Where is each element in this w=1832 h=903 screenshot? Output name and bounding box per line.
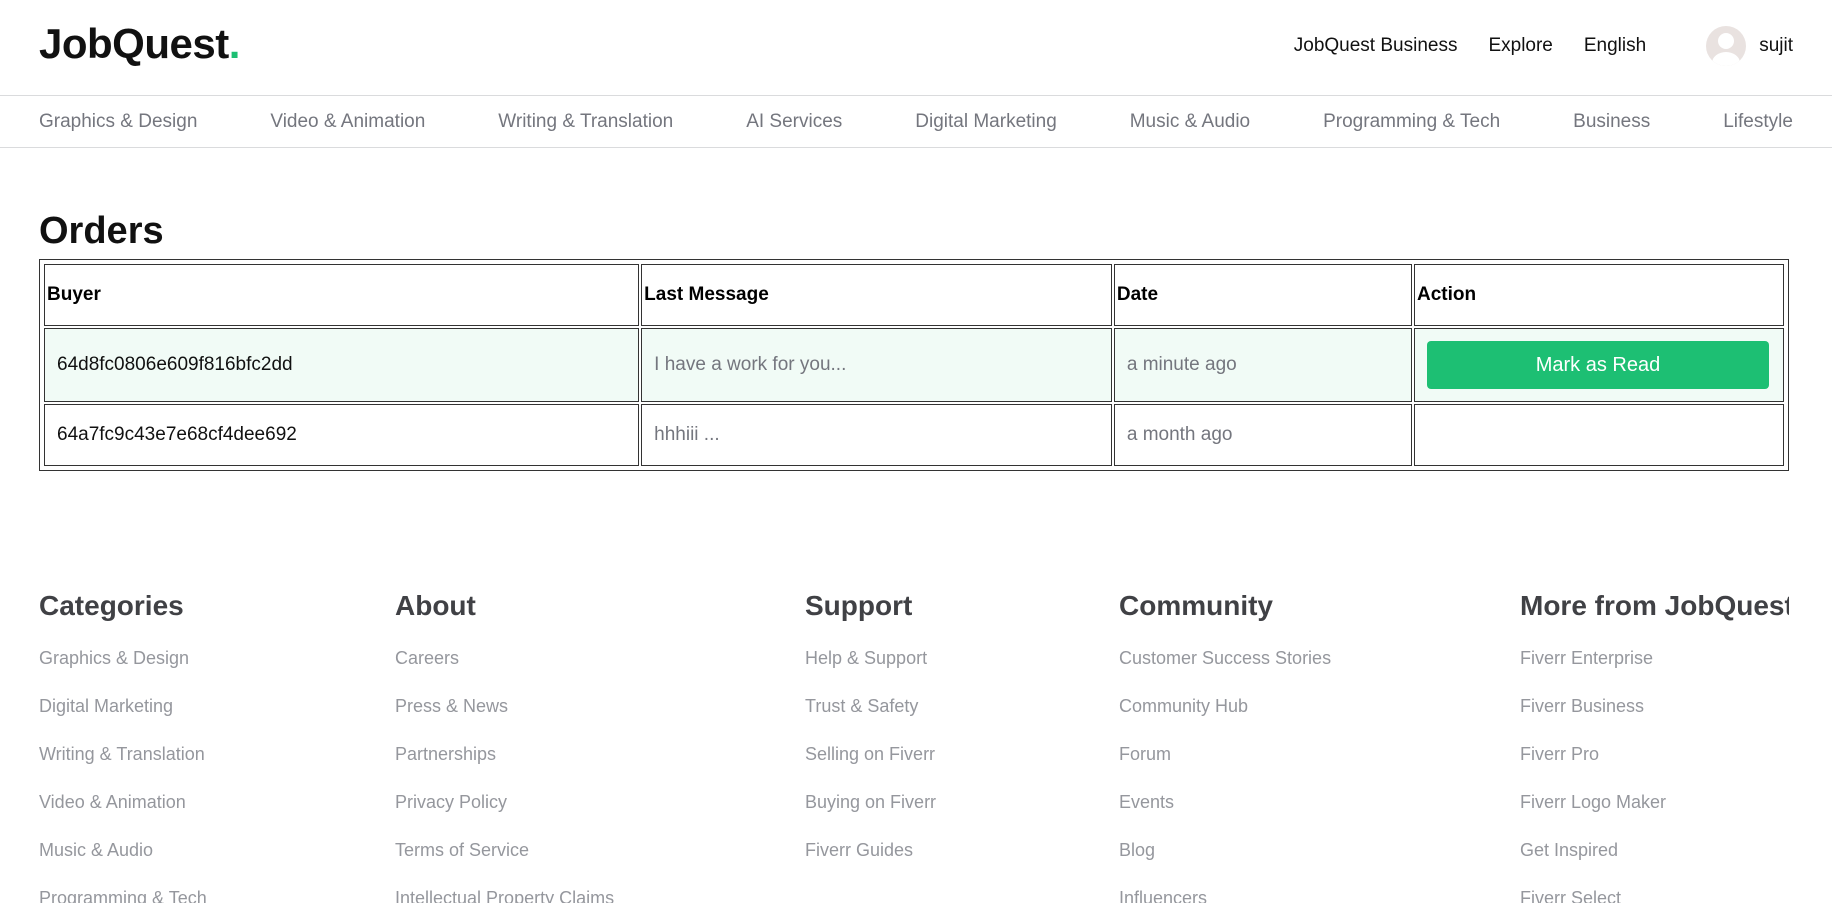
avatar[interactable] — [1706, 26, 1747, 66]
logo[interactable]: JobQuest. — [39, 20, 240, 68]
footer-link[interactable]: Customer Success Stories — [1119, 648, 1331, 696]
footer-column-more-from-jobquest: More from JobQuest Fiverr Enterprise Fiv… — [1520, 590, 1789, 903]
nav-language[interactable]: English — [1584, 35, 1646, 57]
last-message: I have a work for you... — [641, 328, 1112, 402]
nav-explore[interactable]: Explore — [1488, 35, 1552, 57]
category-menu: Graphics & Design Video & Animation Writ… — [0, 96, 1832, 148]
column-header-date: Date — [1113, 264, 1412, 326]
footer-link[interactable]: Digital Marketing — [39, 696, 207, 744]
top-navbar: JobQuest. JobQuest Business Explore Engl… — [0, 0, 1832, 96]
category-music-audio[interactable]: Music & Audio — [1130, 111, 1250, 133]
footer-link[interactable]: Programming & Tech — [39, 888, 207, 903]
footer-link[interactable]: Fiverr Pro — [1520, 744, 1789, 792]
category-writing-translation[interactable]: Writing & Translation — [498, 111, 673, 133]
category-graphics-design[interactable]: Graphics & Design — [39, 111, 197, 133]
footer-column-support: Support Help & Support Trust & Safety Se… — [805, 590, 936, 888]
last-message: hhhiii ... — [641, 404, 1112, 466]
table-header-row: Buyer Last Message Date Action — [44, 264, 1784, 326]
logo-dot: . — [228, 20, 241, 67]
footer-heading: Community — [1119, 590, 1273, 621]
message-date: a minute ago — [1113, 328, 1412, 402]
footer-link[interactable]: Fiverr Business — [1520, 696, 1789, 744]
footer-column-community: Community Customer Success Stories Commu… — [1119, 590, 1331, 903]
column-header-action: Action — [1413, 264, 1784, 326]
footer-heading: Categories — [39, 590, 184, 621]
message-date: a month ago — [1113, 404, 1412, 466]
footer-link[interactable]: Selling on Fiverr — [805, 744, 936, 792]
footer-link[interactable]: Terms of Service — [395, 840, 614, 888]
footer-link[interactable]: Influencers — [1119, 888, 1331, 903]
column-header-buyer: Buyer — [44, 264, 640, 326]
footer-column-categories: Categories Graphics & Design Digital Mar… — [39, 590, 207, 903]
footer-link[interactable]: Graphics & Design — [39, 648, 207, 696]
footer-link[interactable]: Music & Audio — [39, 840, 207, 888]
buyer-id: 64a7fc9c43e7e68cf4dee692 — [44, 404, 640, 466]
footer-heading: Support — [805, 590, 913, 621]
orders-table: Buyer Last Message Date Action 64d8fc080… — [39, 259, 1789, 471]
footer-column-about: About Careers Press & News Partnerships … — [395, 590, 614, 903]
category-lifestyle[interactable]: Lifestyle — [1723, 111, 1793, 133]
footer-link[interactable]: Press & News — [395, 696, 614, 744]
footer: Categories Graphics & Design Digital Mar… — [39, 590, 1789, 903]
username[interactable]: sujit — [1759, 35, 1793, 57]
action-cell — [1413, 404, 1784, 466]
category-programming-tech[interactable]: Programming & Tech — [1323, 111, 1500, 133]
footer-link[interactable]: Events — [1119, 792, 1331, 840]
footer-link[interactable]: Video & Animation — [39, 792, 207, 840]
footer-link[interactable]: Get Inspired — [1520, 840, 1789, 888]
footer-link[interactable]: Privacy Policy — [395, 792, 614, 840]
footer-link[interactable]: Fiverr Logo Maker — [1520, 792, 1789, 840]
footer-link[interactable]: Buying on Fiverr — [805, 792, 936, 840]
footer-link[interactable]: Fiverr Guides — [805, 840, 936, 888]
footer-link[interactable]: Intellectual Property Claims — [395, 888, 614, 903]
footer-link[interactable]: Trust & Safety — [805, 696, 936, 744]
footer-link[interactable]: Fiverr Select — [1520, 888, 1789, 903]
action-cell: Mark as Read — [1413, 328, 1784, 402]
footer-link[interactable]: Fiverr Enterprise — [1520, 648, 1789, 696]
column-header-last-message: Last Message — [641, 264, 1112, 326]
table-row[interactable]: 64a7fc9c43e7e68cf4dee692 hhhiii ... a mo… — [44, 404, 1784, 466]
mark-as-read-button[interactable]: Mark as Read — [1426, 341, 1769, 389]
page-title: Orders — [39, 210, 164, 252]
footer-link[interactable]: Blog — [1119, 840, 1331, 888]
footer-link[interactable]: Community Hub — [1119, 696, 1331, 744]
footer-heading: More from JobQuest — [1520, 590, 1789, 621]
user-menu[interactable]: sujit — [1706, 26, 1793, 66]
footer-link[interactable]: Partnerships — [395, 744, 614, 792]
footer-link[interactable]: Careers — [395, 648, 614, 696]
category-digital-marketing[interactable]: Digital Marketing — [915, 111, 1057, 133]
nav-jobquest-business[interactable]: JobQuest Business — [1294, 35, 1458, 57]
footer-heading: About — [395, 590, 476, 621]
category-video-animation[interactable]: Video & Animation — [270, 111, 425, 133]
category-business[interactable]: Business — [1573, 111, 1650, 133]
footer-link[interactable]: Help & Support — [805, 648, 936, 696]
logo-text: JobQuest — [39, 20, 229, 67]
footer-link[interactable]: Writing & Translation — [39, 744, 207, 792]
buyer-id: 64d8fc0806e609f816bfc2dd — [44, 328, 640, 402]
top-nav-links: JobQuest Business Explore English sujit — [1294, 26, 1793, 66]
footer-link[interactable]: Forum — [1119, 744, 1331, 792]
category-ai-services[interactable]: AI Services — [746, 111, 842, 133]
table-row[interactable]: 64d8fc0806e609f816bfc2dd I have a work f… — [44, 328, 1784, 402]
